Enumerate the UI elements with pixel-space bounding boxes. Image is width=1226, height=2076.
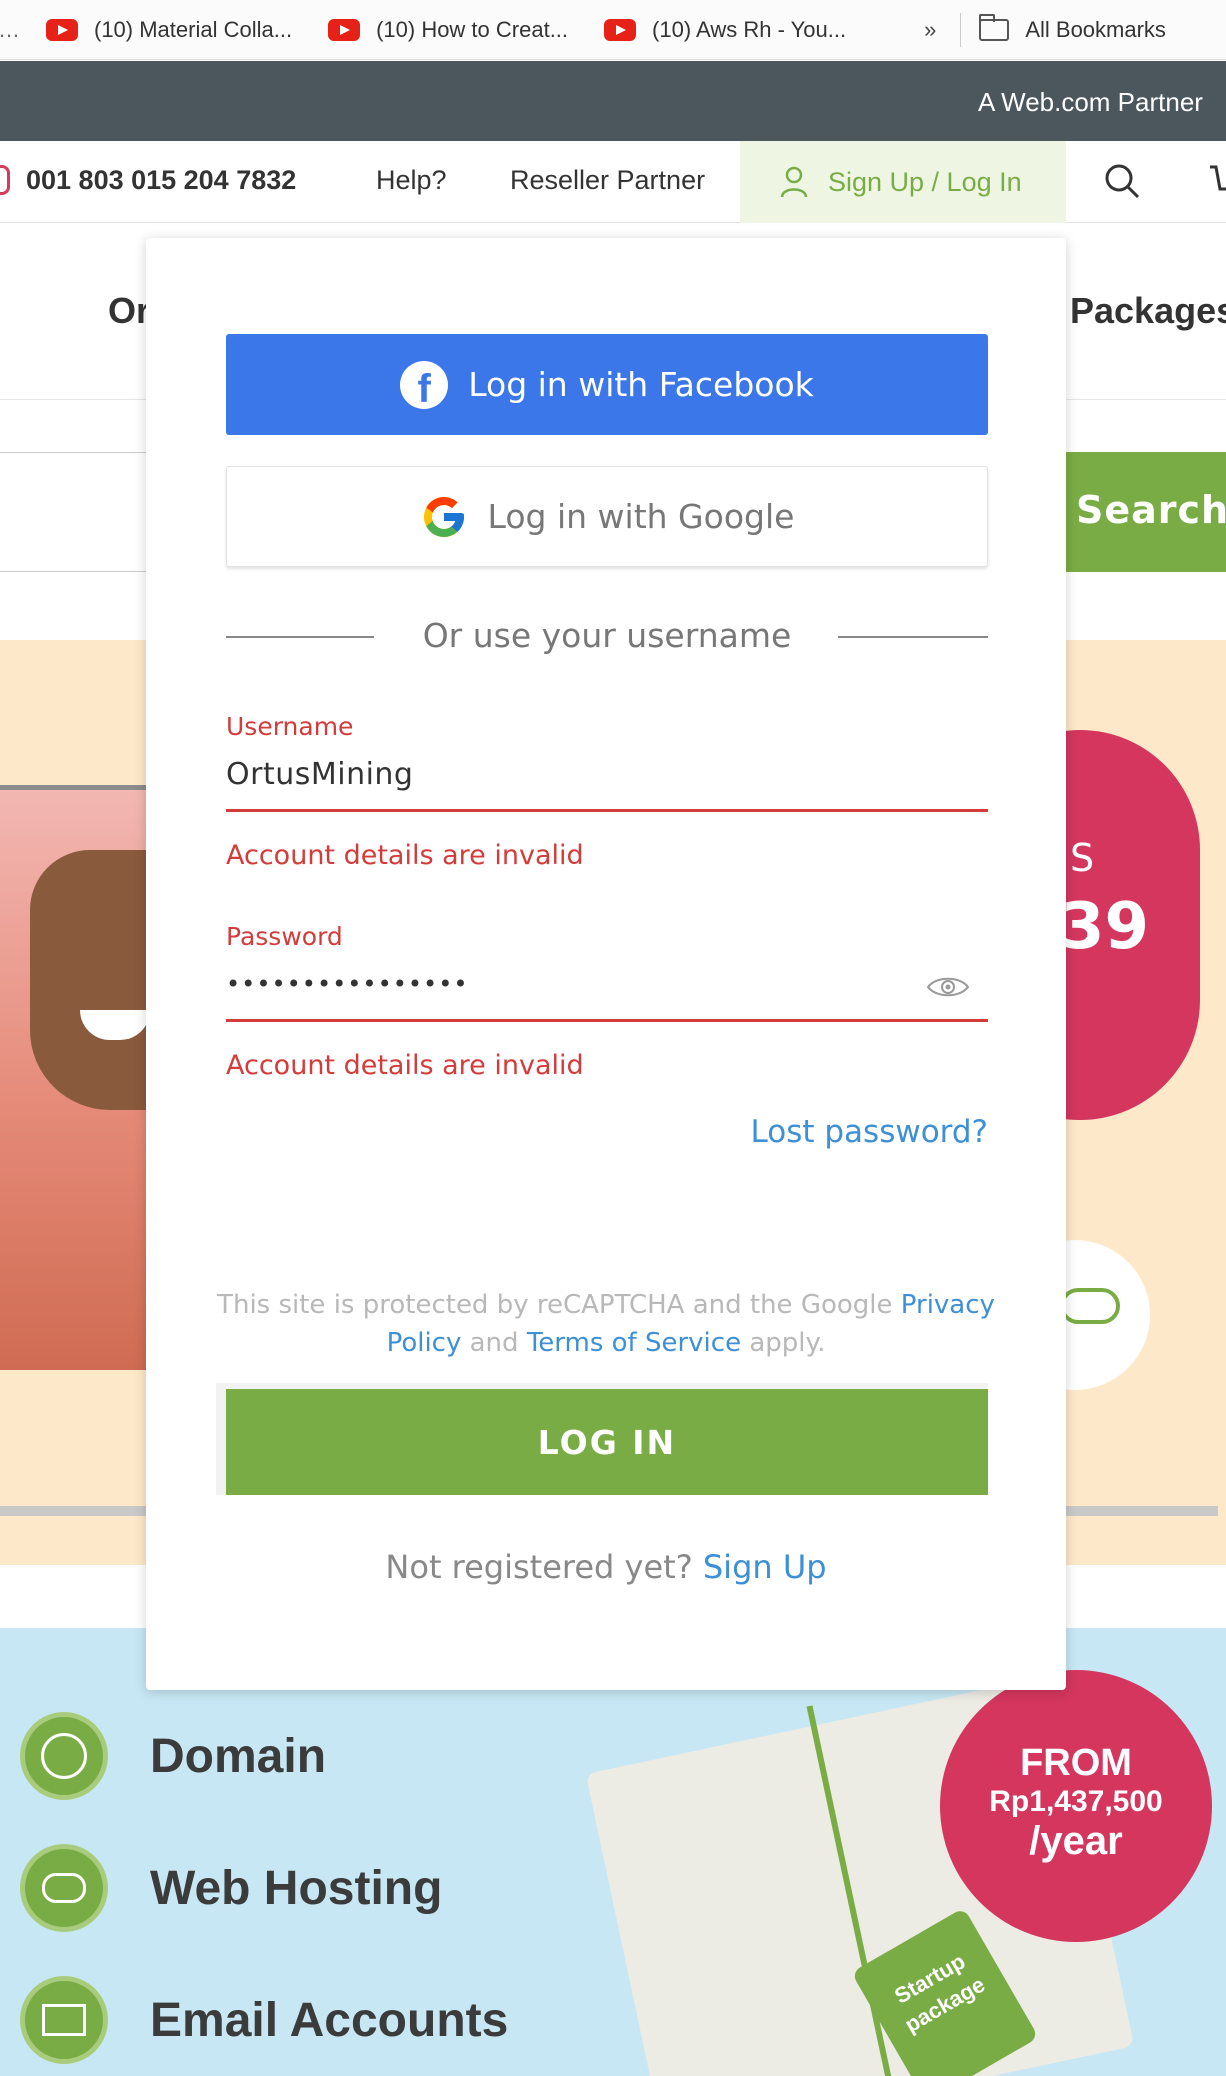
- login-modal: f Log in with Facebook Log in with Googl…: [146, 238, 1066, 1690]
- youtube-icon: [604, 18, 637, 41]
- help-link[interactable]: Help?: [376, 165, 447, 196]
- hero-photo: [0, 790, 150, 1370]
- username-error: Account details are invalid: [226, 840, 584, 871]
- phone-number[interactable]: 001 803 015 204 7832: [26, 165, 296, 196]
- price-from: FROM: [1020, 1742, 1132, 1784]
- service-label: Domain: [150, 1729, 327, 1783]
- youtube-icon: [328, 18, 361, 41]
- price-amount: Rp1,437,500: [989, 1785, 1163, 1818]
- username-label: Username: [226, 712, 354, 741]
- phone-icon: [0, 165, 10, 195]
- service-domain[interactable]: Domain: [20, 1712, 326, 1800]
- facebook-icon: f: [400, 360, 449, 409]
- bookmark-item[interactable]: (10) Material Colla...: [46, 17, 292, 43]
- bookmark-label: (10) Material Colla...: [94, 16, 293, 42]
- lost-password-link[interactable]: Lost password?: [751, 1114, 988, 1150]
- facebook-login-label: Log in with Facebook: [468, 365, 814, 404]
- password-label: Password: [226, 922, 343, 951]
- all-bookmarks-folder[interactable]: All Bookmarks: [979, 13, 1166, 43]
- service-label: Email Accounts: [150, 1993, 509, 2047]
- register-prompt-text: Not registered yet?: [385, 1548, 693, 1586]
- bookmarks-separator: [960, 12, 962, 47]
- bookmarks-bar: … (10) Material Colla... (10) How to Cre…: [0, 0, 1226, 60]
- bookmark-label: (10) Aws Rh - You...: [652, 16, 847, 42]
- login-button-wrapper: LOG IN: [216, 1383, 988, 1495]
- recaptcha-notice: This site is protected by reCAPTCHA and …: [206, 1286, 1006, 1362]
- youtube-icon: [46, 18, 78, 41]
- search-icon[interactable]: [1104, 163, 1140, 199]
- user-icon: [780, 166, 808, 198]
- signup-login-tab[interactable]: Sign Up / Log In: [740, 141, 1066, 223]
- divider-line: [838, 636, 988, 638]
- signup-login-label: Sign Up / Log In: [828, 166, 1022, 197]
- recaptcha-prefix: This site is protected by reCAPTCHA and …: [217, 1290, 893, 1320]
- cloud-icon: [20, 1844, 108, 1932]
- promo-badge-number: 39: [1060, 890, 1150, 964]
- domain-search-button[interactable]: Search: [1066, 452, 1226, 572]
- promo-badge-text: S: [1070, 836, 1095, 880]
- menu-item-partial[interactable]: Or: [108, 290, 150, 332]
- bookmark-item[interactable]: (10) Aws Rh - You...: [604, 17, 846, 43]
- reseller-partner-link[interactable]: Reseller Partner: [510, 165, 705, 196]
- cloud-icon: [1060, 1288, 1120, 1324]
- globe-www-icon: [20, 1712, 108, 1800]
- password-input[interactable]: [226, 956, 988, 1012]
- recaptcha-suffix: apply.: [749, 1328, 826, 1358]
- all-bookmarks-label: All Bookmarks: [1025, 16, 1166, 42]
- folder-icon: [979, 13, 1010, 41]
- recaptcha-and: and: [469, 1328, 519, 1358]
- password-field-wrapper: [226, 956, 988, 1022]
- or-divider: Or use your username: [226, 614, 988, 658]
- bookmarks-more-button[interactable]: »: [924, 17, 936, 43]
- bookmark-overflow-left: …: [0, 16, 20, 42]
- password-error: Account details are invalid: [226, 1050, 584, 1081]
- terms-of-service-link[interactable]: Terms of Service: [527, 1328, 741, 1358]
- service-label: Web Hosting: [150, 1861, 443, 1915]
- price-badge: FROM Rp1,437,500 /year: [940, 1670, 1212, 1942]
- register-prompt: Not registered yet? Sign Up: [146, 1548, 1066, 1586]
- menu-item-packages[interactable]: Packages: [1070, 290, 1226, 332]
- username-input[interactable]: [226, 746, 988, 802]
- username-field-wrapper: [226, 746, 988, 812]
- service-web-hosting[interactable]: Web Hosting: [20, 1844, 442, 1932]
- eye-icon[interactable]: [926, 974, 970, 1000]
- partner-bar: A Web.com Partner: [0, 61, 1226, 141]
- envelope-icon: [20, 1976, 108, 2064]
- facebook-login-button[interactable]: f Log in with Facebook: [226, 334, 988, 435]
- google-login-label: Log in with Google: [487, 497, 795, 536]
- cart-icon[interactable]: [1208, 163, 1226, 199]
- login-button[interactable]: LOG IN: [226, 1389, 988, 1495]
- service-email-accounts[interactable]: Email Accounts: [20, 1976, 508, 2064]
- google-icon: [423, 496, 464, 537]
- bookmark-label: (10) How to Creat...: [376, 16, 569, 42]
- hero-photo-face: [30, 850, 150, 1110]
- price-period: /year: [1029, 1819, 1123, 1863]
- signup-link[interactable]: Sign Up: [703, 1548, 827, 1586]
- partner-text: A Web.com Partner: [978, 87, 1203, 117]
- google-login-button[interactable]: Log in with Google: [226, 466, 988, 567]
- top-navigation: 001 803 015 204 7832 Help? Reseller Part…: [0, 141, 1226, 223]
- bookmark-item[interactable]: (10) How to Creat...: [328, 17, 568, 43]
